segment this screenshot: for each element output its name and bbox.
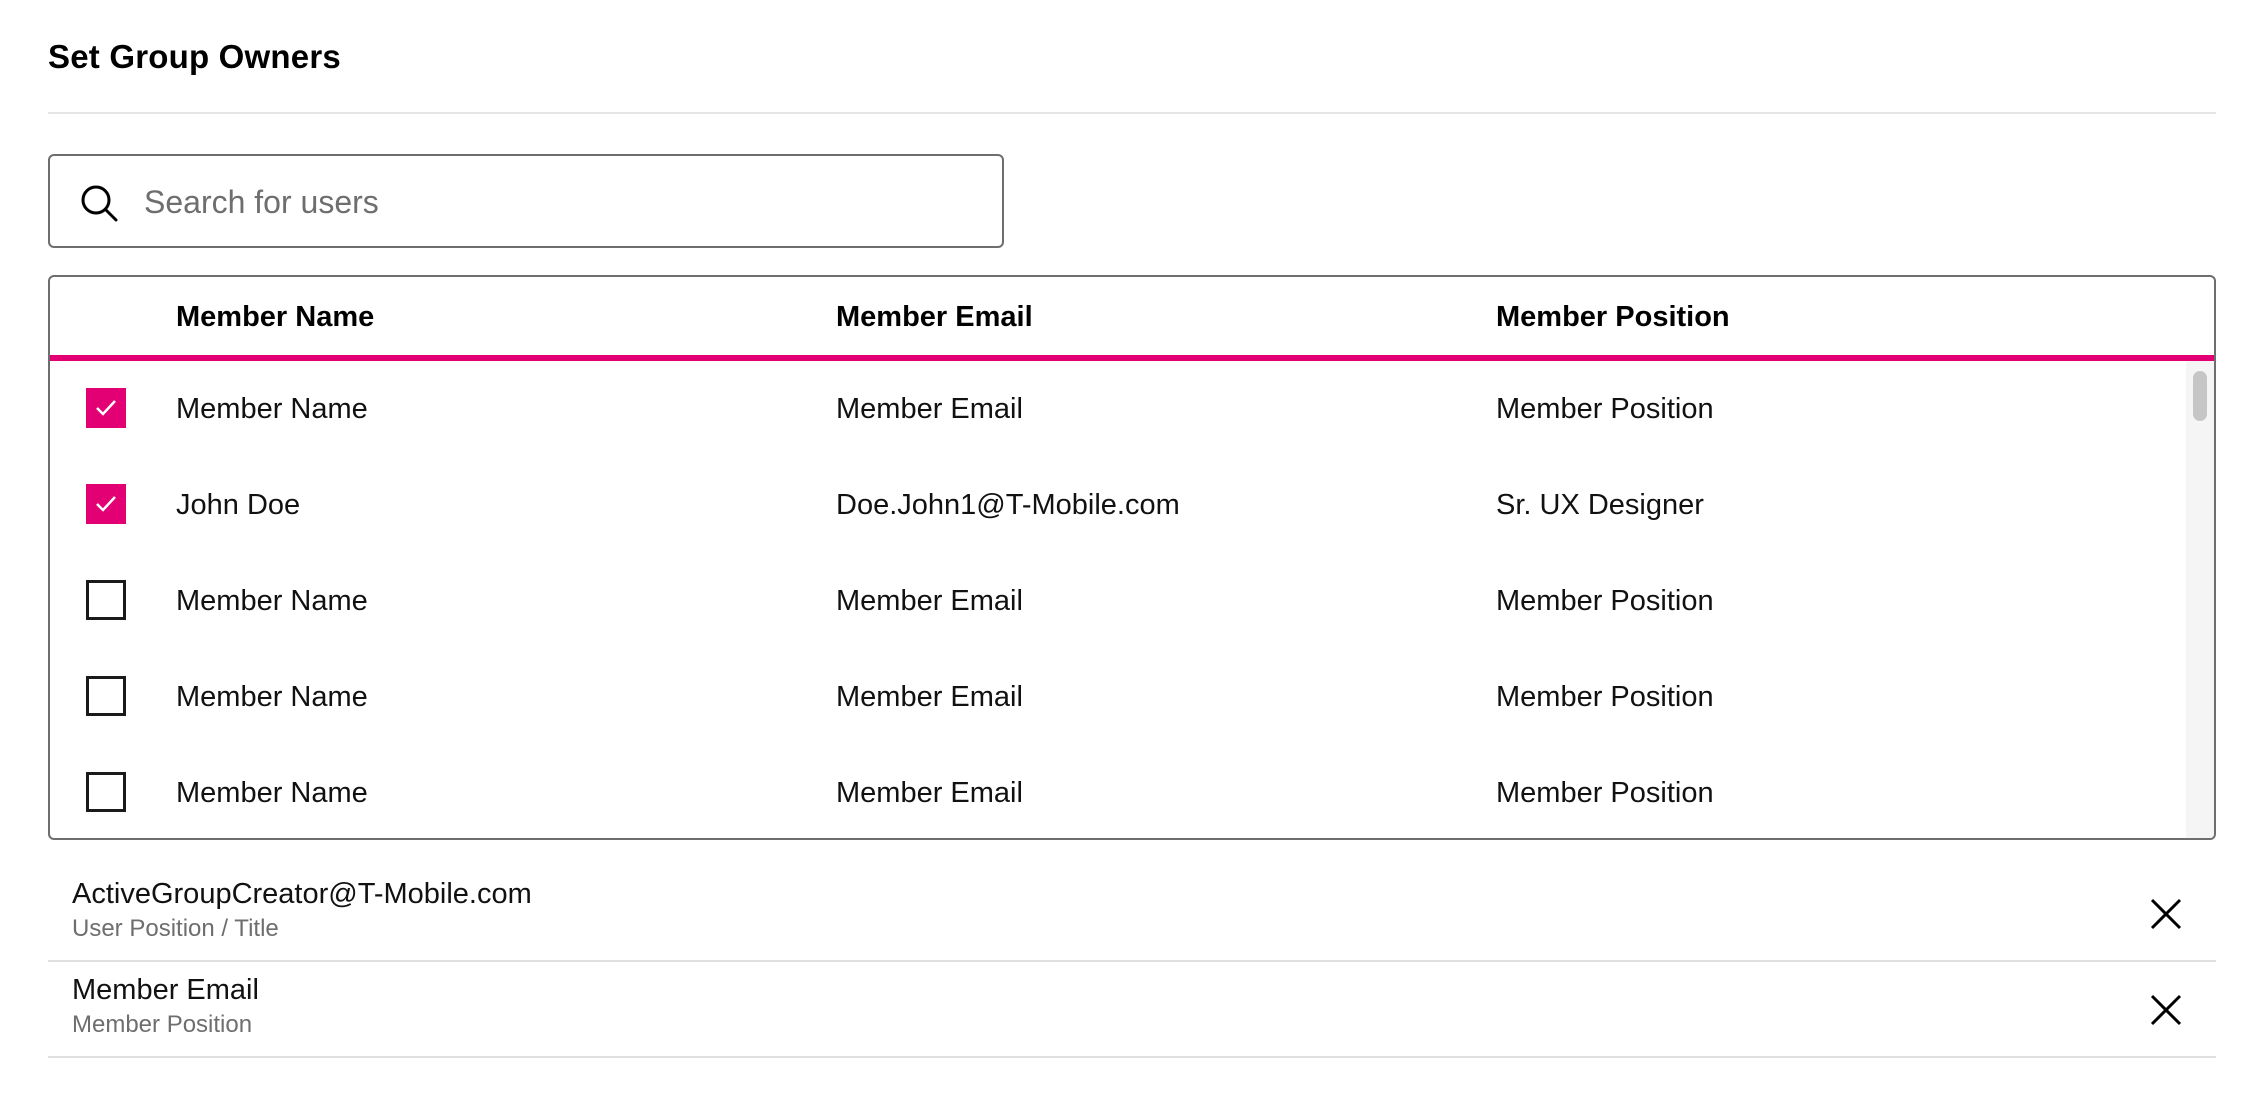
member-position-cell: Member Position [1496, 585, 1714, 617]
member-position-cell: Member Position [1496, 393, 1714, 425]
selected-owners-list: ActiveGroupCreator@T-Mobile.com User Pos… [48, 866, 2216, 1058]
row-checkbox[interactable] [86, 580, 126, 620]
search-icon [81, 185, 118, 222]
table-header: Member Name Member Email Member Position [50, 277, 2214, 361]
member-position-cell: Member Position [1496, 777, 1714, 809]
list-item: Member Email Member Position [48, 962, 2216, 1058]
owner-email: Member Email [72, 974, 259, 1006]
member-email-cell: Member Email [836, 777, 1023, 809]
search-box[interactable] [48, 154, 1004, 248]
table-row[interactable]: Member Name Member Email Member Position [50, 745, 2186, 838]
close-icon[interactable] [2148, 992, 2184, 1028]
search-input[interactable] [144, 174, 964, 230]
table-row[interactable]: Member Name Member Email Member Position [50, 361, 2186, 457]
title-divider [48, 112, 2216, 114]
table-row[interactable]: Member Name Member Email Member Position [50, 649, 2186, 745]
checkmark-icon [96, 496, 116, 512]
members-table: Member Name Member Email Member Position… [48, 275, 2216, 840]
member-position-cell: Member Position [1496, 681, 1714, 713]
owner-position: User Position / Title [72, 915, 279, 942]
table-body: Member Name Member Email Member Position… [50, 361, 2214, 838]
table-scrollbar[interactable] [2186, 361, 2214, 838]
column-header-member-position[interactable]: Member Position [1496, 299, 1730, 335]
owner-position: Member Position [72, 1011, 253, 1038]
page-title: Set Group Owners [48, 38, 341, 75]
table-row[interactable]: John Doe Doe.John1@T-Mobile.com Sr. UX D… [50, 457, 2186, 553]
member-name-cell: Member Name [176, 585, 368, 617]
member-email-cell: Member Email [836, 681, 1023, 713]
column-header-member-name[interactable]: Member Name [176, 299, 374, 335]
row-checkbox[interactable] [86, 772, 126, 812]
list-item: ActiveGroupCreator@T-Mobile.com User Pos… [48, 866, 2216, 962]
close-icon[interactable] [2148, 896, 2184, 932]
row-checkbox[interactable] [86, 388, 126, 428]
owner-email: ActiveGroupCreator@T-Mobile.com [72, 878, 532, 910]
column-header-member-email[interactable]: Member Email [836, 299, 1033, 335]
member-name-cell: Member Name [176, 681, 368, 713]
member-email-cell: Member Email [836, 585, 1023, 617]
row-checkbox[interactable] [86, 676, 126, 716]
member-name-cell: John Doe [176, 489, 301, 521]
member-name-cell: Member Name [176, 777, 368, 809]
checkmark-icon [96, 400, 116, 416]
scrollbar-thumb[interactable] [2193, 371, 2207, 421]
member-email-cell: Doe.John1@T-Mobile.com [836, 489, 1180, 521]
member-email-cell: Member Email [836, 393, 1023, 425]
row-checkbox[interactable] [86, 484, 126, 524]
member-position-cell: Sr. UX Designer [1496, 489, 1704, 521]
table-row[interactable]: Member Name Member Email Member Position [50, 553, 2186, 649]
member-name-cell: Member Name [176, 393, 368, 425]
